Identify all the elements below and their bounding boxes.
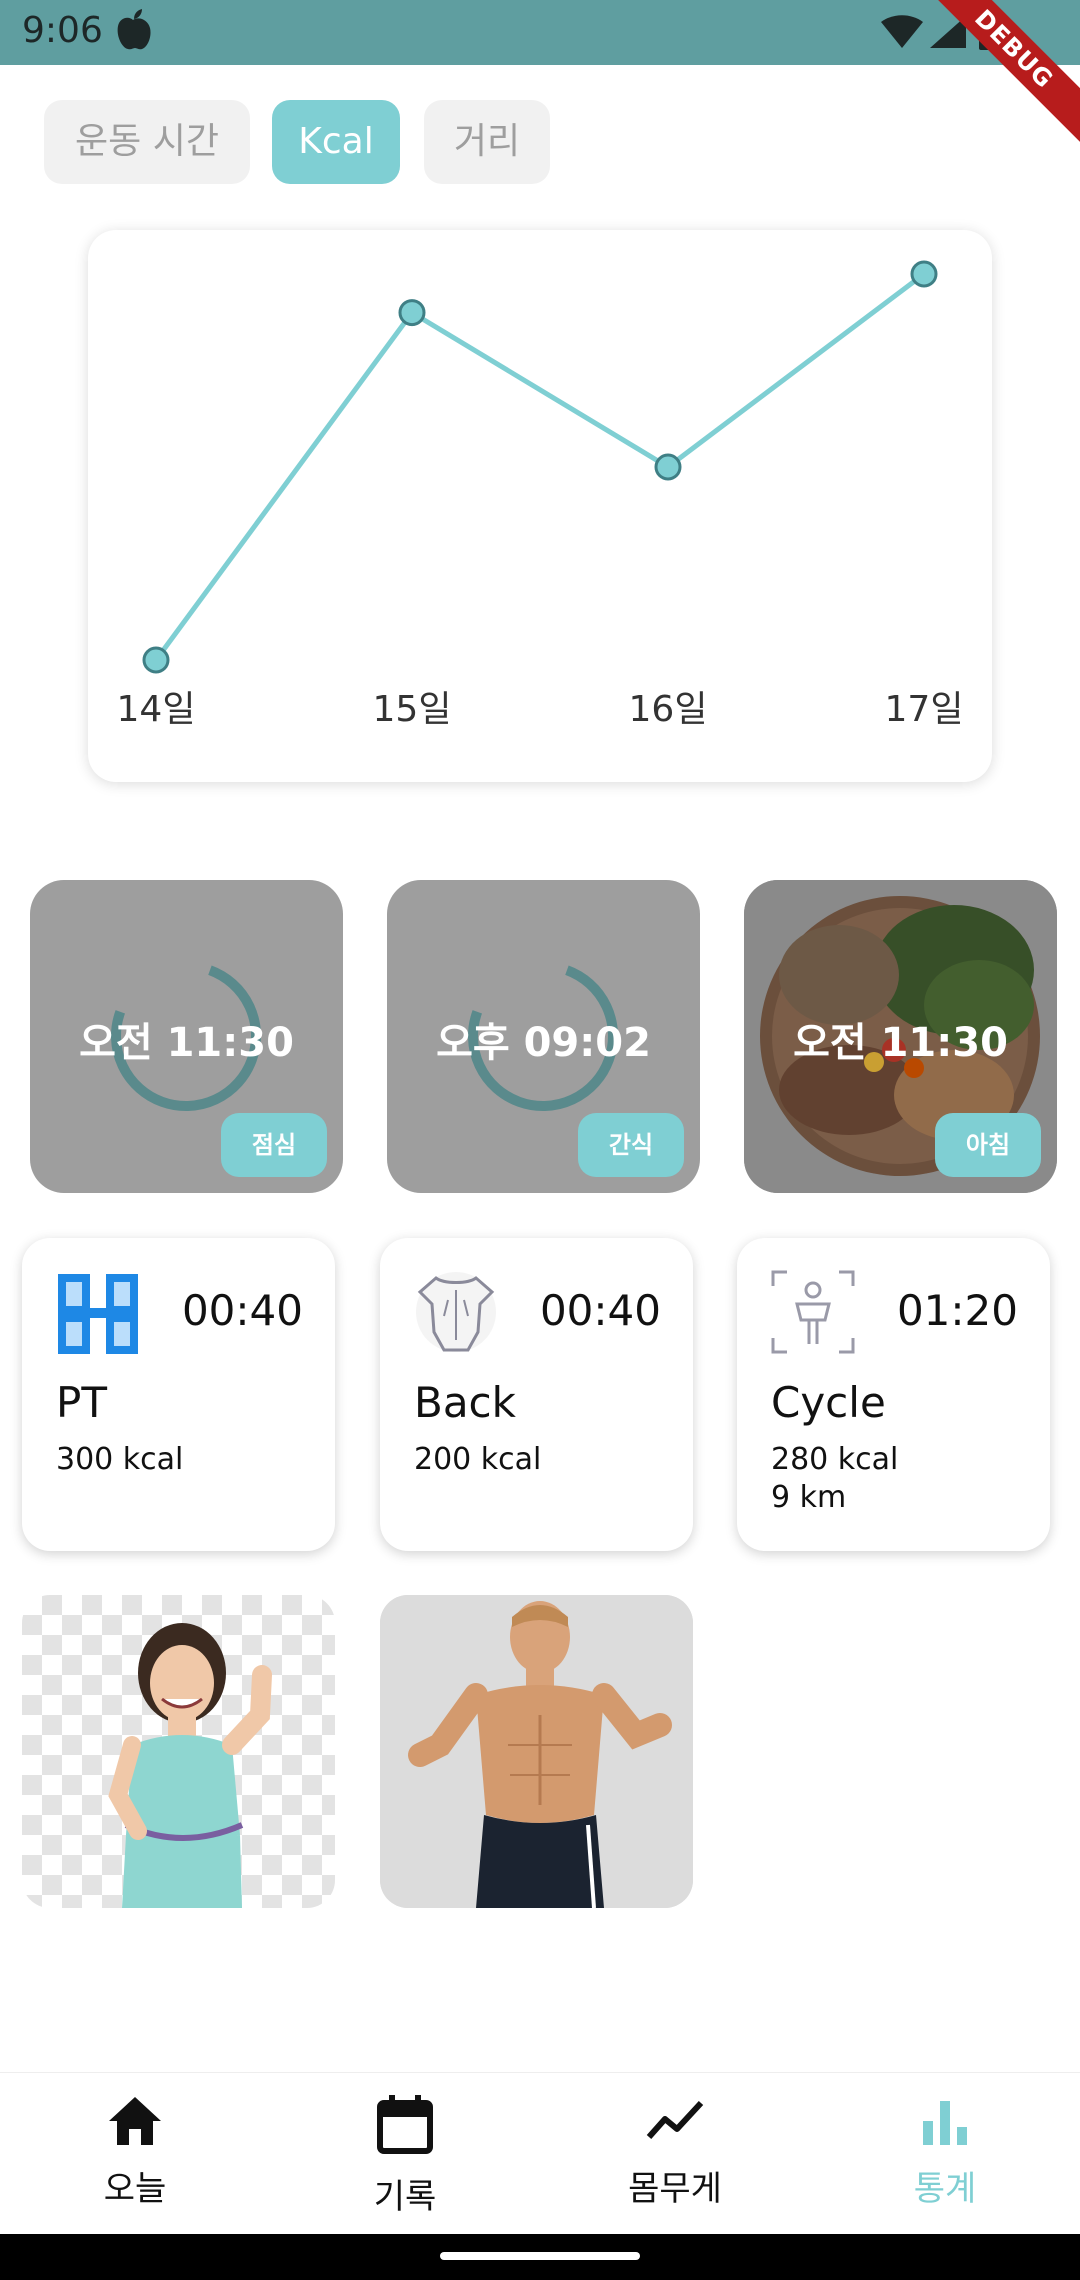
kcal-line-chart: 14일 15일 16일 17일 (88, 230, 992, 782)
exercise-kcal: 200 kcal (414, 1442, 542, 1477)
calendar-icon (377, 2095, 433, 2154)
exercise-kcal: 280 kcal (771, 1442, 899, 1477)
nav-label: 오늘 (103, 2169, 167, 2209)
exercise-kcal: 300 kcal (56, 1442, 184, 1477)
meal-type-badge: 간식 (578, 1113, 684, 1177)
trend-line-icon (646, 2100, 704, 2139)
nav-label: 통계 (913, 2169, 977, 2209)
exercise-card-back[interactable]: 00:40 Back 200 kcal (380, 1238, 693, 1551)
meal-card-lunch[interactable]: 오전 11:30 점심 (30, 880, 343, 1193)
system-navigation-bar (0, 2234, 1080, 2280)
data-point (654, 453, 682, 481)
data-point (398, 299, 426, 327)
home-gesture-handle[interactable] (440, 2252, 640, 2260)
wifi-icon (881, 15, 923, 48)
tab-kcal[interactable]: Kcal (272, 100, 400, 184)
meal-time: 오후 09:02 (436, 1020, 651, 1066)
status-time: 9:06 (22, 10, 103, 51)
tab-exercise-time[interactable]: 운동 시간 (44, 100, 250, 184)
woman-fitness-photo (108, 1623, 272, 1908)
exercise-duration: 00:40 (539, 1286, 661, 1335)
exercise-card-cycle[interactable]: 01:20 Cycle 280 kcal 9 km (737, 1238, 1050, 1551)
exercise-name: Cycle (771, 1378, 886, 1427)
exercise-distance: 9 km (771, 1480, 847, 1515)
x-tick-label: 17일 (884, 689, 964, 730)
home-icon (109, 2097, 161, 2145)
cycling-icon (771, 1270, 855, 1354)
exercise-name: PT (56, 1378, 107, 1427)
x-tick-label: 15일 (372, 689, 452, 730)
exercise-card-pt[interactable]: 00:40 PT 300 kcal (22, 1238, 335, 1551)
x-tick-label: 14일 (116, 689, 196, 730)
series-line-segment (153, 311, 415, 662)
exercise-name: Back (414, 1378, 516, 1427)
back-muscle-icon (416, 1272, 496, 1352)
man-fitness-photo (380, 1595, 693, 1908)
meal-card-breakfast[interactable]: 오전 11:30 아침 (744, 880, 1057, 1193)
tab-distance[interactable]: 거리 (424, 100, 550, 184)
photo-tile-woman[interactable] (22, 1595, 335, 1908)
bar-chart-icon (923, 2101, 967, 2145)
status-bar: 9:06 (0, 0, 1080, 65)
nav-item-today[interactable]: 오늘 (0, 2095, 270, 2225)
photo-tile-man[interactable] (380, 1595, 693, 1908)
meal-time: 오전 11:30 (793, 1020, 1008, 1066)
data-point (910, 260, 938, 288)
meal-card-snack[interactable]: 오후 09:02 간식 (387, 880, 700, 1193)
meal-type-badge: 아침 (935, 1113, 1041, 1177)
series-line-segment (666, 272, 926, 469)
nav-label: 몸무게 (628, 2169, 722, 2209)
x-tick-label: 16일 (628, 689, 708, 730)
exercise-duration: 00:40 (181, 1286, 303, 1335)
exercise-duration: 01:20 (896, 1286, 1018, 1335)
data-point (142, 646, 170, 674)
nav-item-records[interactable]: 기록 (270, 2095, 540, 2225)
meal-type-badge: 점심 (221, 1113, 327, 1177)
nav-label: 기록 (373, 2177, 437, 2217)
dumbbell-icon (58, 1274, 138, 1354)
meal-time: 오전 11:30 (79, 1020, 294, 1066)
apple-icon (117, 9, 151, 50)
nav-item-weight[interactable]: 몸무게 (540, 2095, 810, 2225)
series-line-segment (410, 310, 670, 470)
bottom-navigation: 오늘 기록 몸무게 통계 (0, 2072, 1080, 2234)
nav-item-stats[interactable]: 통계 (810, 2095, 1080, 2225)
